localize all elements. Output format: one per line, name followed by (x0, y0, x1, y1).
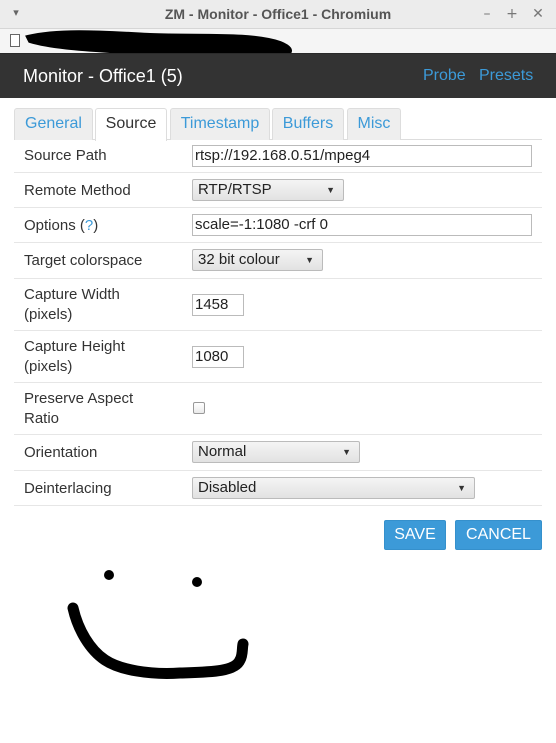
options-label: Options (?) (24, 216, 98, 236)
preserve-aspect-label-line1: Preserve Aspect (24, 390, 134, 407)
row-orientation: Orientation Normal ▼ (14, 435, 542, 471)
remote-method-select[interactable]: RTP/RTSP ▼ (192, 179, 344, 201)
minimize-icon[interactable]: – (478, 5, 496, 23)
page-title: Monitor - Office1 (5) (23, 66, 183, 86)
row-source-path: Source Path rtsp://192.168.0.51/mpeg4 (14, 140, 542, 173)
maximize-icon[interactable]: + (503, 5, 521, 23)
target-colorspace-select[interactable]: 32 bit colour ▼ (192, 249, 323, 271)
orientation-value: Normal (198, 443, 247, 460)
row-capture-width: Capture Width (pixels) 1458 (14, 279, 542, 331)
tab-buffers[interactable]: Buffers (272, 108, 344, 140)
page-icon (10, 34, 20, 47)
row-target-colorspace: Target colorspace 32 bit colour ▼ (14, 243, 542, 279)
app-header: Monitor - Office1 (5) Probe Presets (0, 53, 556, 98)
deinterlacing-label: Deinterlacing (24, 480, 112, 497)
preserve-aspect-label: Preserve Aspect Ratio (24, 389, 133, 429)
source-path-input[interactable]: rtsp://192.168.0.51/mpeg4 (192, 145, 532, 167)
orientation-label: Orientation (24, 444, 98, 461)
row-capture-height: Capture Height (pixels) 1080 (14, 331, 542, 383)
tab-source[interactable]: Source (95, 108, 167, 141)
deinterlacing-select[interactable]: Disabled ▼ (192, 477, 475, 499)
save-button[interactable]: SAVE (384, 520, 446, 550)
cancel-button[interactable]: CANCEL (455, 520, 542, 550)
chevron-down-icon: ▼ (457, 483, 466, 493)
tab-general[interactable]: General (14, 108, 93, 140)
address-bar[interactable] (0, 29, 556, 62)
options-label-text: Options ( (24, 217, 85, 234)
close-icon[interactable]: ✕ (529, 5, 547, 23)
presets-link[interactable]: Presets (479, 67, 533, 85)
tab-misc[interactable]: Misc (347, 108, 401, 140)
capture-width-input[interactable]: 1458 (192, 294, 244, 316)
orientation-select[interactable]: Normal ▼ (192, 441, 360, 463)
row-preserve-aspect: Preserve Aspect Ratio (14, 383, 542, 435)
options-input[interactable]: scale=-1:1080 -crf 0 (192, 214, 532, 236)
target-colorspace-value: 32 bit colour (198, 251, 280, 268)
capture-width-label-line2: (pixels) (24, 306, 73, 323)
capture-height-label: Capture Height (pixels) (24, 337, 125, 377)
row-options: Options (?) scale=-1:1080 -crf 0 (14, 208, 542, 243)
window-title: ZM - Monitor - Office1 - Chromium (164, 6, 392, 22)
tab-timestamp[interactable]: Timestamp (170, 108, 270, 140)
window-titlebar: ▾ ZM - Monitor - Office1 - Chromium – + … (0, 0, 556, 29)
tab-bar: General Source Timestamp Buffers Misc (14, 108, 542, 141)
preserve-aspect-checkbox[interactable] (193, 402, 205, 414)
chevron-down-icon: ▼ (342, 447, 351, 457)
preserve-aspect-label-line2: Ratio (24, 410, 60, 427)
capture-height-label-line2: (pixels) (24, 358, 73, 375)
source-path-label: Source Path (24, 147, 107, 164)
row-deinterlacing: Deinterlacing Disabled ▼ (14, 471, 542, 506)
probe-link[interactable]: Probe (423, 67, 466, 85)
capture-height-label-line1: Capture Height (24, 338, 125, 355)
options-label-end: ) (93, 217, 99, 234)
capture-width-label-line1: Capture Width (24, 286, 120, 303)
remote-method-label: Remote Method (24, 182, 131, 199)
capture-height-input[interactable]: 1080 (192, 346, 244, 368)
deinterlacing-value: Disabled (198, 479, 257, 496)
capture-width-label: Capture Width (pixels) (24, 285, 120, 325)
chevron-down-icon: ▼ (326, 185, 335, 195)
options-help-link[interactable]: ? (85, 217, 93, 234)
remote-method-value: RTP/RTSP (198, 181, 272, 198)
chevron-down-icon: ▼ (305, 255, 314, 265)
row-remote-method: Remote Method RTP/RTSP ▼ (14, 173, 542, 208)
smiley-doodle (67, 570, 249, 679)
target-colorspace-label: Target colorspace (24, 252, 143, 269)
